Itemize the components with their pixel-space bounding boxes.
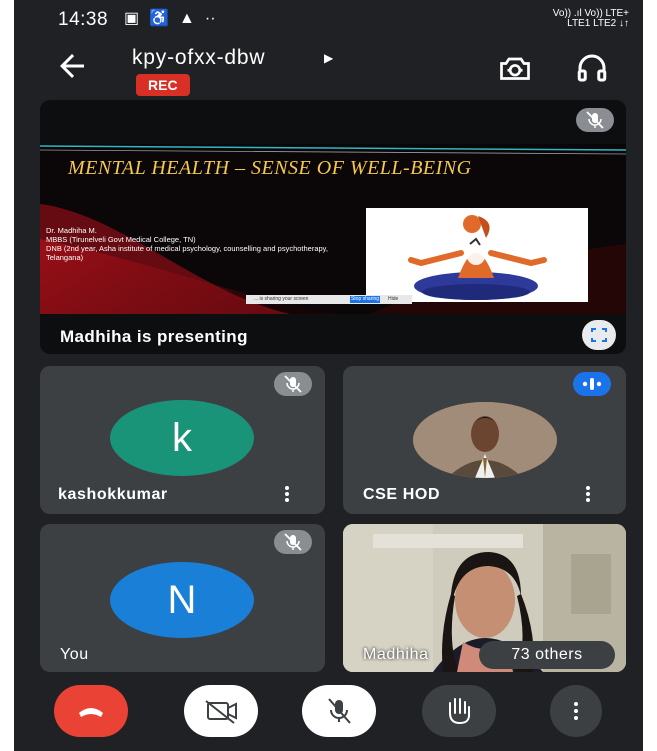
others-count-chip[interactable]: 73 others [479, 641, 615, 669]
microphone-toggle-button[interactable] [302, 685, 376, 737]
audio-level-icon [582, 378, 602, 390]
fullscreen-icon [591, 328, 607, 342]
shared-slide: MENTAL HEALTH – SENSE OF WELL-BEING Dr. … [40, 144, 626, 354]
raise-hand-button[interactable] [422, 685, 496, 737]
meeting-header: kpy-ofxx-dbw ▶ REC [14, 36, 643, 98]
status-notification-icons: ▣ ♿ ▲ ·· [124, 8, 226, 28]
mic-off-icon [328, 698, 351, 724]
camera-off-icon [205, 700, 237, 724]
warning-icon: ▲ [179, 10, 195, 27]
slide-line-2: DNB (2nd year, Asha institute of medical… [46, 244, 328, 262]
participant-tile[interactable]: k kashokkumar [40, 366, 325, 514]
slide-details: Dr. Madhiha M. MBBS (Tirunelveli Govt Me… [44, 226, 334, 262]
presentation-tile[interactable]: MENTAL HEALTH – SENSE OF WELL-BEING Dr. … [40, 100, 626, 354]
presenting-label: Madhiha is presenting [60, 327, 248, 346]
stop-sharing-button: Stop sharing [350, 296, 380, 303]
speaking-indicator [573, 372, 611, 396]
switch-camera-icon[interactable] [497, 50, 533, 86]
more-options-icon[interactable] [282, 484, 292, 504]
more-options-icon[interactable] [583, 484, 593, 504]
audio-output-icon[interactable] [574, 50, 610, 86]
recording-badge: REC [136, 74, 190, 96]
screen-share-bar: ... is sharing your screen Stop sharing … [246, 295, 412, 304]
meet-screen: 14:38 ▣ ♿ ▲ ·· Vo)) .ıl Vo)) LTE+ LTE1 LTE2… [14, 0, 643, 751]
mic-off-icon [284, 533, 302, 551]
hand-icon [449, 698, 471, 725]
avatar: k [110, 400, 254, 476]
accessibility-icon: ♿ [149, 10, 170, 27]
self-tile[interactable]: N You [40, 524, 325, 672]
participant-name: CSE HOD [363, 486, 441, 503]
share-bar-hide: Hide [388, 296, 399, 302]
status-bar: 14:38 ▣ ♿ ▲ ·· Vo)) .ıl Vo)) LTE+ LTE1 LTE2… [14, 0, 643, 36]
meeting-info-caret-icon[interactable]: ▶ [324, 51, 333, 65]
participant-tile[interactable]: CSE HOD [343, 366, 626, 514]
avatar: N [110, 562, 254, 638]
gallery-icon: ▣ [124, 10, 140, 27]
participant-photo [413, 402, 557, 478]
status-time: 14:38 [58, 9, 109, 30]
presenter-muted-badge [576, 108, 614, 132]
network-line-2: LTE1 LTE2 ↓↑ [567, 18, 629, 29]
meeting-code[interactable]: kpy-ofxx-dbw [132, 46, 265, 70]
participant-name: Madhiha [363, 646, 429, 663]
more-options-button[interactable] [550, 685, 602, 737]
slide-title: MENTAL HEALTH – SENSE OF WELL-BEING [68, 157, 472, 179]
more-vert-icon [574, 702, 578, 720]
more-notifications-icon: ·· [204, 10, 216, 27]
participant-name: You [60, 646, 89, 663]
slide-line-1: MBBS (Tirunelveli Govt Medical College, … [46, 235, 196, 244]
participant-name: kashokkumar [58, 486, 168, 503]
self-muted-badge [274, 530, 312, 554]
slide-author: Dr. Madhiha M. [46, 226, 97, 235]
call-controls [14, 678, 643, 751]
mic-off-icon [284, 375, 302, 393]
back-arrow-icon[interactable] [54, 48, 90, 84]
end-call-button[interactable] [54, 685, 128, 737]
participant-video-tile[interactable]: Madhiha 73 others [343, 524, 626, 672]
meditation-illustration [366, 208, 588, 302]
fullscreen-button[interactable] [582, 320, 616, 350]
participant-muted-badge [274, 372, 312, 396]
network-status: Vo)) .ıl Vo)) LTE+ LTE1 LTE2 ↓↑ [553, 9, 629, 29]
camera-toggle-button[interactable] [184, 685, 258, 737]
hang-up-icon [79, 708, 103, 717]
share-bar-text: ... is sharing your screen [254, 296, 309, 302]
mic-off-icon [586, 111, 604, 129]
